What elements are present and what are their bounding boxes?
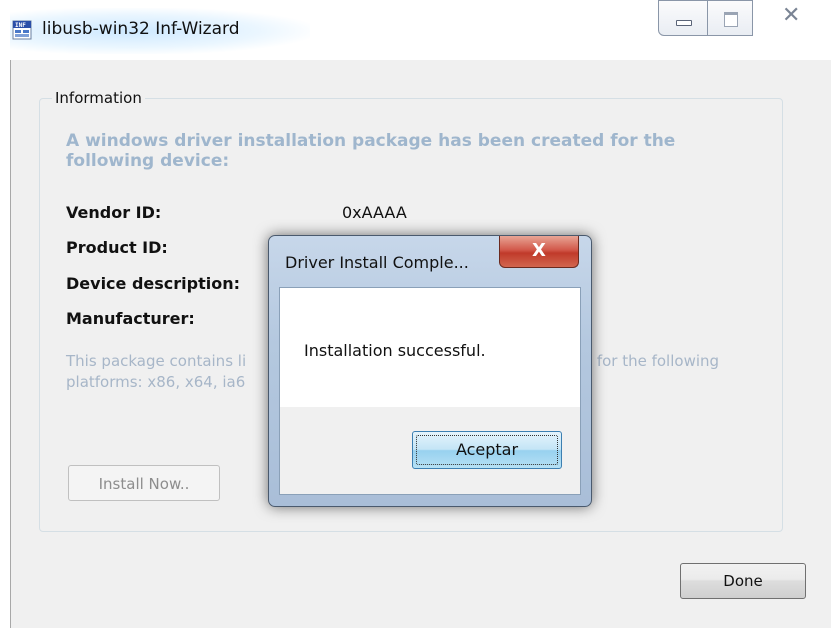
dialog-title: Driver Install Comple...: [285, 253, 469, 272]
dialog-content: Installation successful. Aceptar: [279, 287, 581, 495]
maximize-button[interactable]: [707, 0, 753, 36]
focus-rectangle: [416, 435, 558, 465]
install-now-button[interactable]: Install Now..: [68, 465, 220, 501]
manufacturer-label: Manufacturer:: [66, 309, 195, 328]
dialog-close-icon: X: [532, 240, 546, 261]
device-description-label: Device description:: [66, 274, 241, 293]
dialog-close-button[interactable]: X: [499, 236, 579, 268]
groupbox-legend: Information: [52, 89, 145, 107]
platform-info-line2: platforms: x86, x64, ia6: [66, 373, 246, 391]
svg-text:INF: INF: [15, 22, 26, 29]
done-button[interactable]: Done: [680, 563, 806, 599]
platform-info-right: rt for the following: [580, 352, 720, 370]
dialog-footer: Aceptar: [280, 407, 580, 494]
window-controls: ✕: [658, 0, 831, 40]
close-icon: ✕: [782, 3, 801, 28]
product-id-label: Product ID:: [66, 238, 168, 257]
platform-info-line1: This package contains li: [66, 352, 247, 370]
aceptar-button[interactable]: Aceptar: [412, 431, 562, 469]
maximize-icon: [724, 12, 738, 27]
dialog-message: Installation successful.: [304, 341, 486, 360]
driver-install-dialog: Driver Install Comple... X Installation …: [268, 235, 592, 507]
title-bar: INF libusb-win32 Inf-Wizard ✕: [0, 0, 831, 60]
minimize-icon: [676, 20, 692, 26]
vendor-id-value: 0xAAAA: [342, 203, 407, 222]
minimize-button[interactable]: [658, 0, 708, 36]
package-created-headline: A windows driver installation package ha…: [66, 131, 676, 171]
vendor-id-label: Vendor ID:: [66, 203, 162, 222]
close-button[interactable]: ✕: [752, 0, 831, 36]
window-title: libusb-win32 Inf-Wizard: [42, 19, 240, 39]
inf-file-icon: INF: [12, 20, 32, 40]
